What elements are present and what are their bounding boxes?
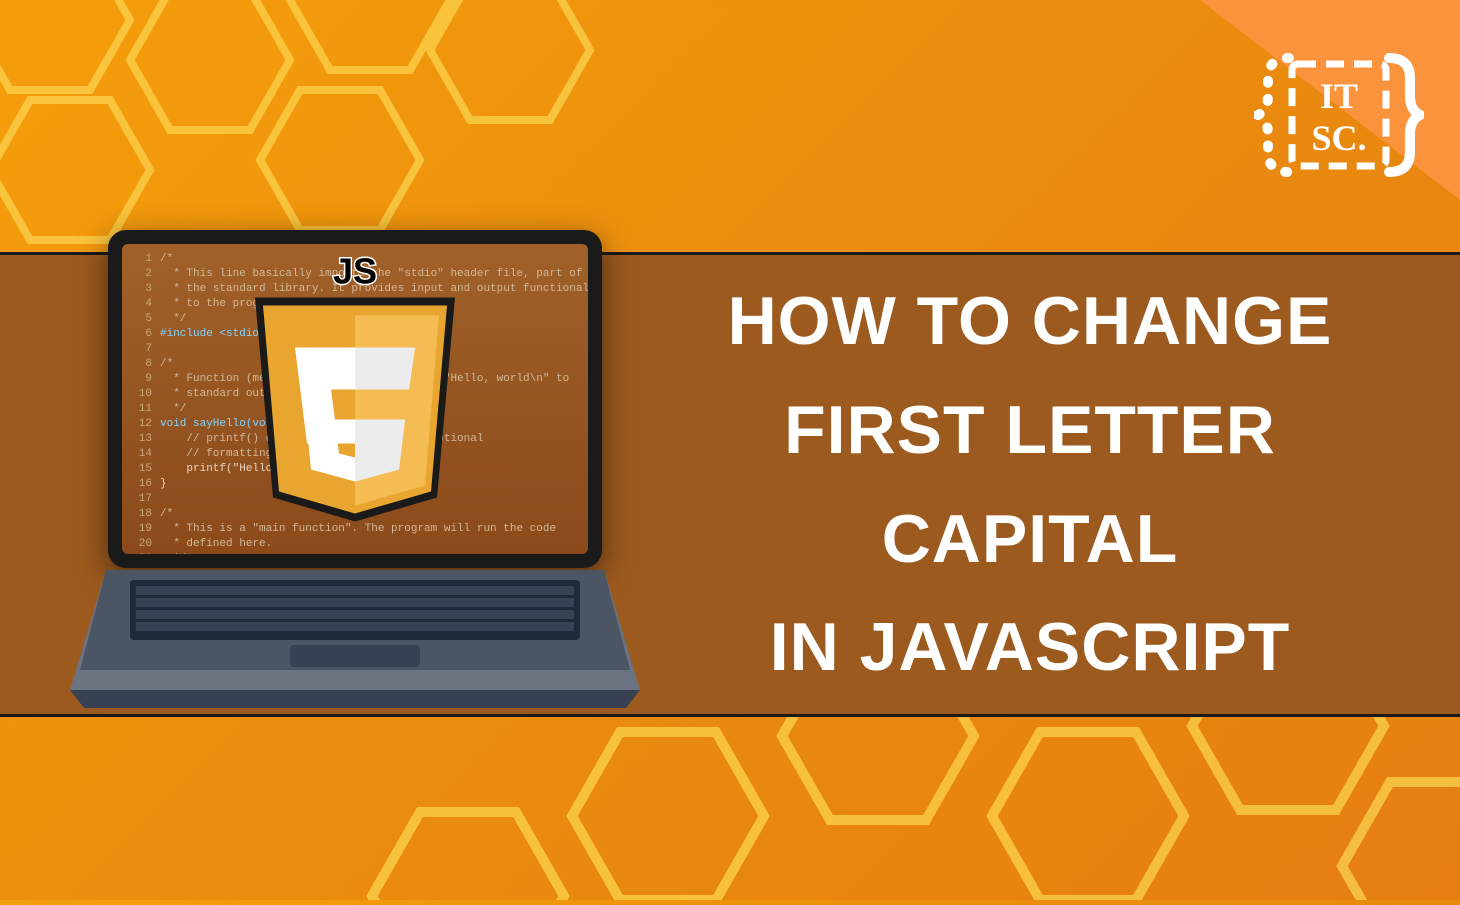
javascript-badge: JS bbox=[240, 250, 470, 535]
logo-text-top: IT bbox=[1320, 76, 1358, 116]
laptop-illustration: 1/*2 * This line basically imports the "… bbox=[70, 230, 640, 740]
title-line-1: HOW TO CHANGE bbox=[640, 267, 1420, 376]
title-line-2: FIRST LETTER CAPITAL bbox=[640, 376, 1420, 594]
brand-logo: IT SC. bbox=[1254, 30, 1424, 200]
code-line: 20 * defined here. bbox=[134, 537, 588, 552]
laptop-screen-bezel: 1/*2 * This line basically imports the "… bbox=[108, 230, 602, 568]
logo-text-bottom: SC. bbox=[1311, 118, 1366, 158]
title-line-3: IN JAVASCRIPT bbox=[640, 593, 1420, 702]
code-line: 21 */ bbox=[134, 552, 588, 554]
page-title: HOW TO CHANGE FIRST LETTER CAPITAL IN JA… bbox=[640, 267, 1420, 702]
title-container: HOW TO CHANGE FIRST LETTER CAPITAL IN JA… bbox=[640, 255, 1420, 714]
laptop-base bbox=[70, 560, 640, 740]
js-badge-label: JS bbox=[333, 251, 377, 292]
